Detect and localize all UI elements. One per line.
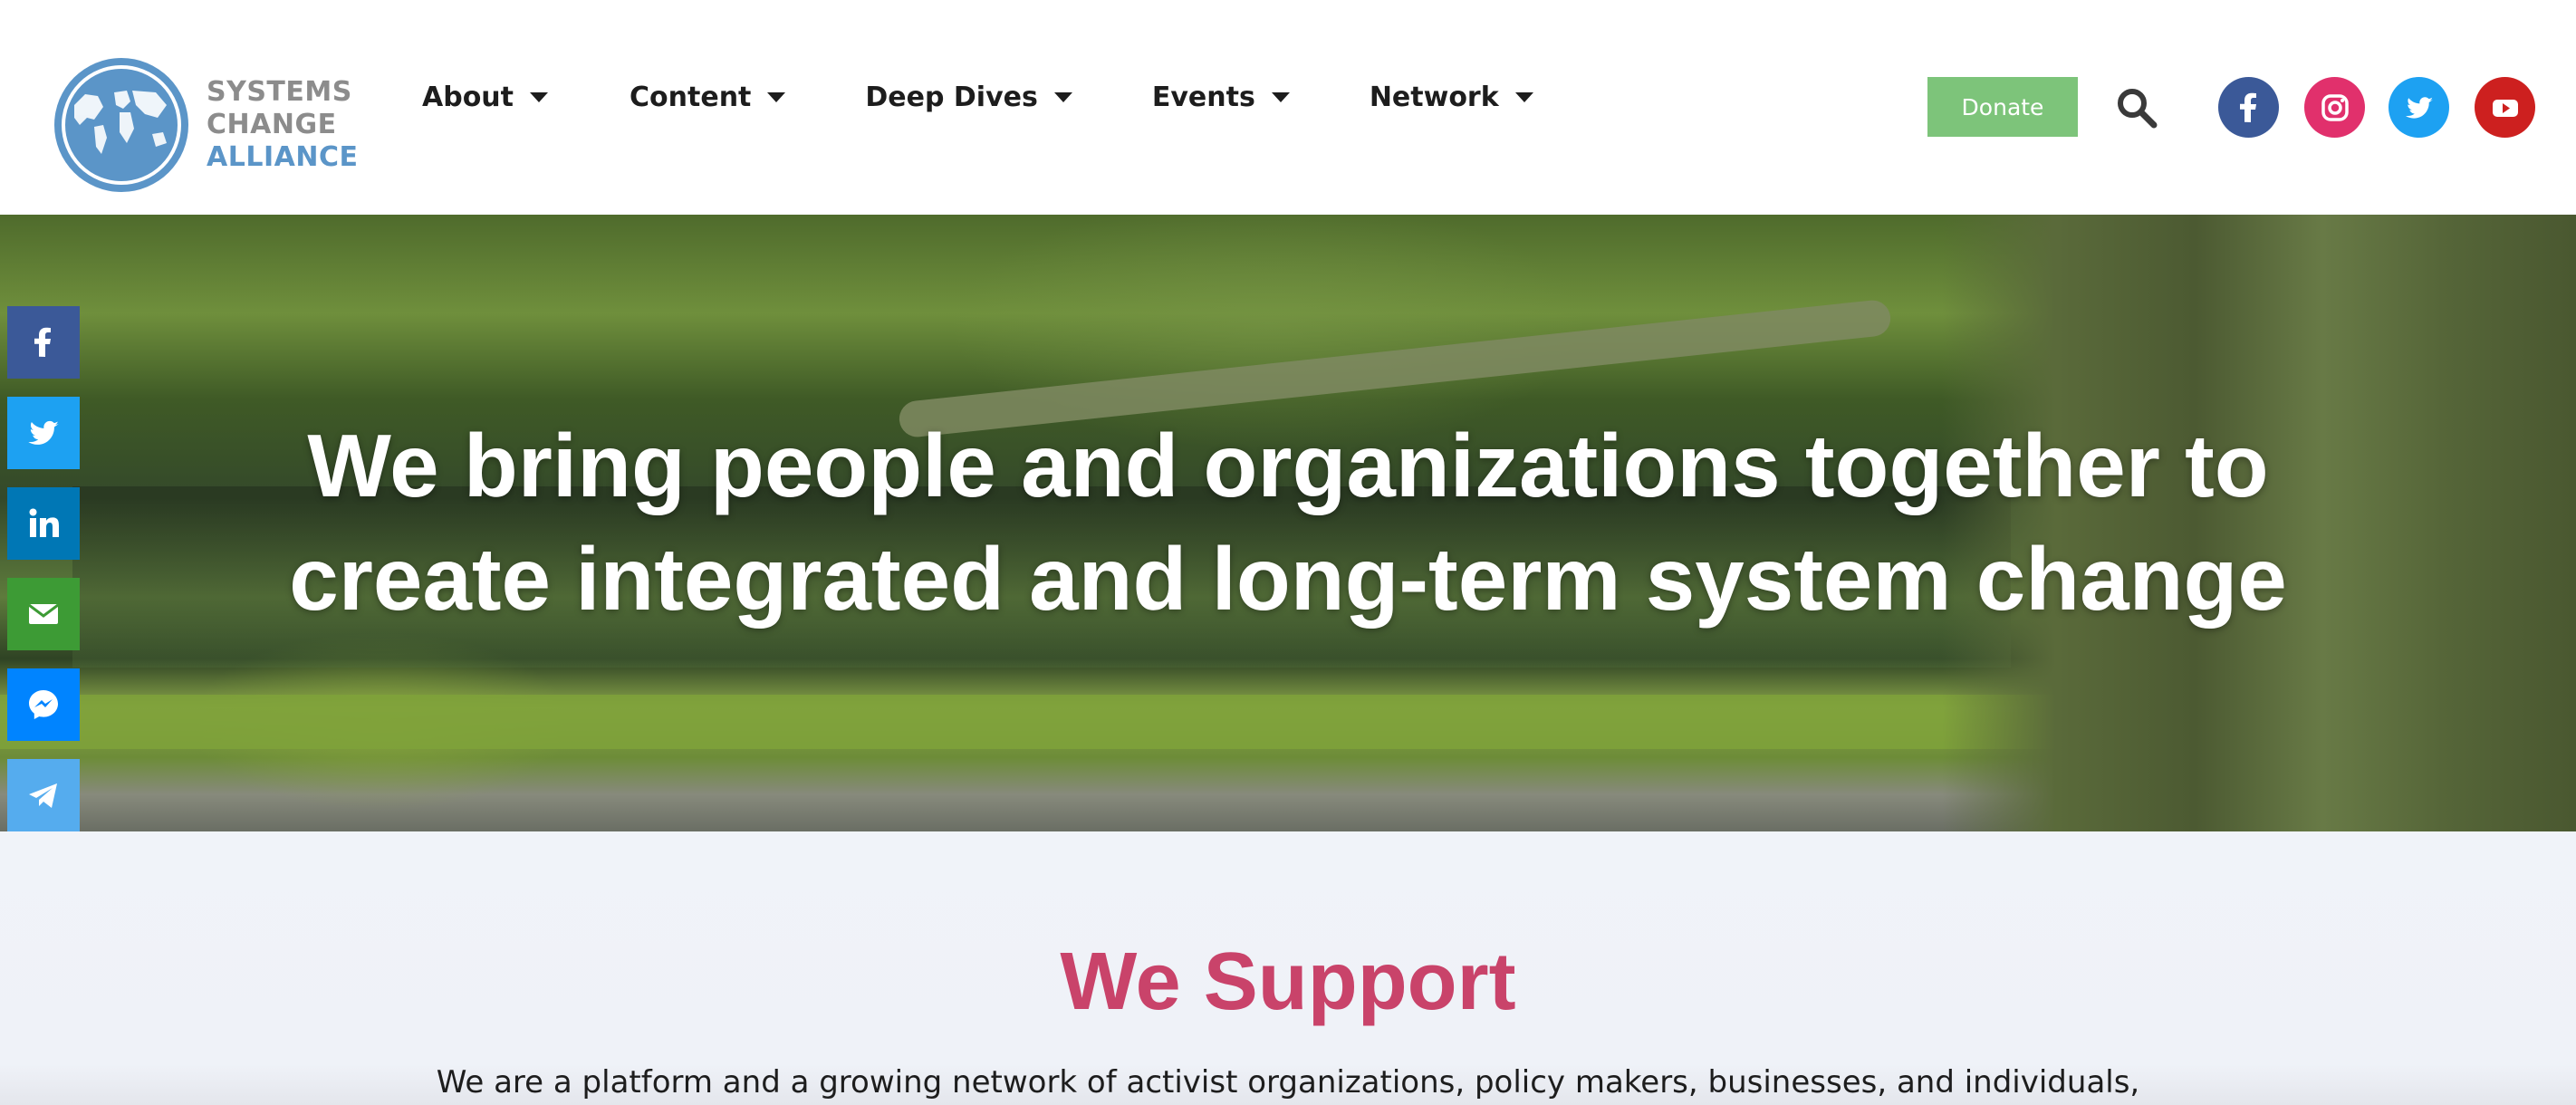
twitter-icon[interactable] <box>2389 77 2449 138</box>
main-nav: About Content Deep Dives Events Network <box>422 82 1533 113</box>
nav-item-label: Content <box>630 82 752 113</box>
youtube-icon[interactable] <box>2475 77 2535 138</box>
logo-line-2: CHANGE <box>207 109 337 140</box>
search-icon[interactable] <box>2116 87 2158 129</box>
globe-logo-icon <box>54 58 188 192</box>
hero-title: We bring people and organizations togeth… <box>0 409 2576 636</box>
hero-banner: We bring people and organizations togeth… <box>0 215 2576 831</box>
nav-item-about[interactable]: About <box>422 82 549 113</box>
logo-wordmark: SYSTEMS CHANGE ALLIANCE <box>207 76 358 174</box>
support-intro-text: We are a platform and a growing network … <box>436 1064 2140 1100</box>
logo-line-3: ALLIANCE <box>207 141 359 173</box>
nav-item-events[interactable]: Events <box>1152 82 1290 113</box>
share-email-icon[interactable] <box>7 578 80 650</box>
share-messenger-icon[interactable] <box>7 668 80 741</box>
nav-item-label: Network <box>1369 82 1499 113</box>
caret-down-icon <box>1053 92 1072 102</box>
caret-down-icon <box>530 92 549 102</box>
caret-down-icon <box>767 92 786 102</box>
donate-button[interactable]: Donate <box>1927 77 2078 137</box>
support-section: We Support We are a platform and a growi… <box>0 831 2576 1105</box>
share-telegram-icon[interactable] <box>7 759 80 831</box>
hero-title-line-2: create integrated and long-term system c… <box>289 529 2287 629</box>
nav-item-label: Events <box>1151 82 1255 113</box>
facebook-icon[interactable] <box>2218 77 2279 138</box>
support-heading: We Support <box>1060 937 1516 1027</box>
site-header: SYSTEMS CHANGE ALLIANCE About Content De… <box>0 0 2576 215</box>
hero-title-line-1: We bring people and organizations togeth… <box>307 416 2269 515</box>
hero-background-moss <box>0 695 2083 749</box>
share-linkedin-icon[interactable] <box>7 487 80 560</box>
nav-item-deep-dives[interactable]: Deep Dives <box>865 82 1072 113</box>
nav-item-network[interactable]: Network <box>1370 82 1533 113</box>
instagram-icon[interactable] <box>2304 77 2365 138</box>
nav-item-label: About <box>422 82 514 113</box>
site-logo[interactable]: SYSTEMS CHANGE ALLIANCE <box>54 58 358 192</box>
nav-item-label: Deep Dives <box>865 82 1038 113</box>
share-facebook-icon[interactable] <box>7 306 80 379</box>
nav-item-content[interactable]: Content <box>630 82 786 113</box>
caret-down-icon <box>1514 92 1533 102</box>
caret-down-icon <box>1271 92 1290 102</box>
logo-line-1: SYSTEMS <box>207 76 352 108</box>
share-twitter-icon[interactable] <box>7 397 80 469</box>
